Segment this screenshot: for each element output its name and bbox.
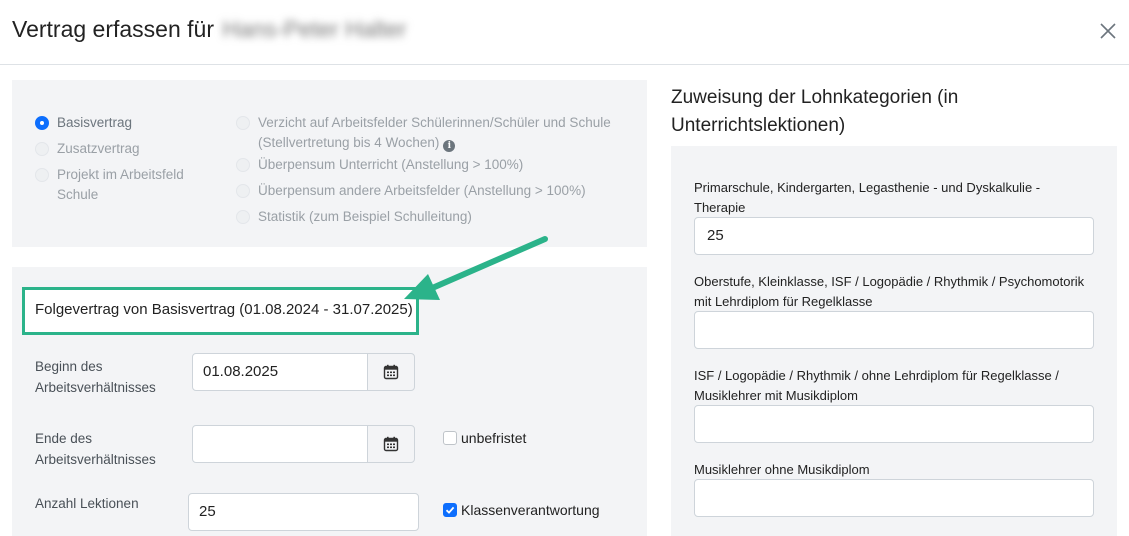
end-date-picker-button[interactable] xyxy=(367,425,415,463)
wage-category-input[interactable] xyxy=(694,311,1094,349)
radio-button[interactable] xyxy=(35,142,49,156)
radio-button[interactable] xyxy=(35,168,49,182)
checkbox[interactable] xyxy=(443,503,457,517)
check-icon xyxy=(445,506,455,514)
radio-label: Verzicht auf Arbeitsfelder Schülerinnen/… xyxy=(258,113,621,153)
unbefristet-label: unbefristet xyxy=(461,430,527,446)
checkbox[interactable] xyxy=(443,431,457,445)
radio-label: Basisvertrag xyxy=(57,115,133,130)
radio-projekt[interactable]: Projekt im Arbeitsfeld Schule xyxy=(35,165,205,205)
begin-label: Beginn des Arbeitsverhältnisses xyxy=(35,359,156,395)
begin-date-picker-button[interactable] xyxy=(367,353,415,391)
calendar-icon xyxy=(383,364,399,380)
radio-ueberpensum-andere[interactable]: Überpensum andere Arbeitsfelder (Anstell… xyxy=(236,181,621,201)
radio-label: Zusatzvertrag xyxy=(57,141,140,156)
radio-label: Statistik (zum Beispiel Schulleitung) xyxy=(258,209,472,224)
radio-zusatzvertrag[interactable]: Zusatzvertrag xyxy=(35,139,215,159)
modal-title: Vertrag erfassen für Hans-Peter Halter xyxy=(12,16,406,43)
radio-verzicht[interactable]: Verzicht auf Arbeitsfelder Schülerinnen/… xyxy=(236,113,621,153)
lessons-input[interactable]: 25 xyxy=(188,493,419,531)
info-icon[interactable]: i xyxy=(443,140,456,152)
begin-date-input[interactable]: 01.08.2025 xyxy=(192,353,368,391)
wage-category-label: Oberstufe, Kleinklasse, ISF / Logopädie … xyxy=(694,274,1085,309)
wage-category-label: Primarschule, Kindergarten, Legasthenie … xyxy=(694,180,1041,215)
radio-button[interactable] xyxy=(236,158,250,172)
radio-button[interactable] xyxy=(35,116,49,130)
wage-category-input[interactable] xyxy=(694,479,1094,517)
radio-ueberpensum-unterricht[interactable]: Überpensum Unterricht (Anstellung > 100%… xyxy=(236,155,621,175)
lessons-label: Anzahl Lektionen xyxy=(35,496,139,511)
radio-label-text: Verzicht auf Arbeitsfelder Schülerinnen/… xyxy=(258,115,611,150)
end-label: Ende des Arbeitsverhältnisses xyxy=(35,431,156,467)
radio-button[interactable] xyxy=(236,184,250,198)
wage-category-label: Musiklehrer ohne Musikdiplom xyxy=(694,462,870,477)
radio-label: Projekt im Arbeitsfeld Schule xyxy=(57,167,184,202)
person-name: Hans-Peter Halter xyxy=(222,16,407,42)
calendar-icon xyxy=(383,436,399,452)
class-responsibility-checkbox[interactable]: Klassenverantwortung xyxy=(443,502,600,518)
close-button[interactable] xyxy=(1097,20,1119,42)
radio-button[interactable] xyxy=(236,210,250,224)
radio-label: Überpensum andere Arbeitsfelder (Anstell… xyxy=(258,183,586,198)
wage-category-label: ISF / Logopädie / Rhythmik / ohne Lehrdi… xyxy=(694,368,1059,403)
wage-category-input[interactable]: 25 xyxy=(694,217,1094,255)
follow-contract-note: Folgevertrag von Basisvertrag (01.08.202… xyxy=(22,287,419,335)
close-icon xyxy=(1100,23,1116,39)
class-responsibility-label: Klassenverantwortung xyxy=(461,502,600,518)
radio-label: Überpensum Unterricht (Anstellung > 100%… xyxy=(258,157,524,172)
radio-statistik[interactable]: Statistik (zum Beispiel Schulleitung) xyxy=(236,207,621,227)
wage-category-input[interactable] xyxy=(694,405,1094,443)
unbefristet-checkbox[interactable]: unbefristet xyxy=(443,430,526,446)
wage-categories-title: Zuweisung der Lohnkategorien (in Unterri… xyxy=(671,87,959,136)
modal-header: Vertrag erfassen für Hans-Peter Halter xyxy=(0,0,1129,65)
modal-title-text: Vertrag erfassen für xyxy=(12,16,214,42)
radio-basisvertrag[interactable]: Basisvertrag xyxy=(35,113,215,133)
end-date-input[interactable] xyxy=(192,425,368,463)
radio-button[interactable] xyxy=(236,116,250,130)
